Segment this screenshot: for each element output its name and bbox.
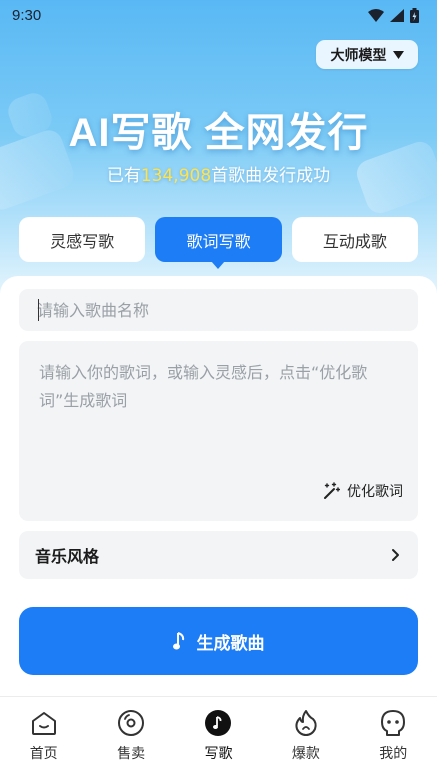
music-style-selector[interactable]: 音乐风格 <box>19 531 418 579</box>
tab-interactive[interactable]: 互动成歌 <box>291 217 418 262</box>
signal-icon <box>390 8 404 22</box>
music-note-icon <box>204 709 232 737</box>
nav-item-write[interactable]: 写歌 <box>183 709 253 763</box>
model-label: 大师模型 <box>330 47 387 64</box>
lyrics-placeholder: 请输入你的歌词，或输入灵感后，点击“优化歌词”生成歌词 <box>39 363 368 410</box>
release-count: 134,908 <box>140 166 212 186</box>
bottom-navigation: 首页 售卖 写歌 爆款 我的 <box>0 696 437 777</box>
optimize-lyrics-button[interactable]: 优化歌词 <box>322 481 403 501</box>
nav-label: 写歌 <box>204 746 233 762</box>
chevron-right-icon <box>392 549 399 561</box>
nav-label: 首页 <box>29 746 58 762</box>
nav-item-profile[interactable]: 我的 <box>358 709 428 763</box>
mode-tabs: 灵感写歌 歌词写歌 互动成歌 <box>19 217 418 269</box>
optimize-lyrics-label: 优化歌词 <box>347 484 403 500</box>
status-icons <box>368 7 419 23</box>
lyrics-textarea[interactable]: 请输入你的歌词，或输入灵感后，点击“优化歌词”生成歌词 优化歌词 <box>19 341 418 521</box>
status-time: 9:30 <box>12 6 42 24</box>
generate-song-label: 生成歌曲 <box>196 633 265 654</box>
status-bar: 9:30 <box>0 0 437 30</box>
hero-title: AI写歌 全网发行 <box>68 111 369 155</box>
flame-icon <box>292 709 320 737</box>
nav-label: 我的 <box>379 746 408 762</box>
nav-label: 爆款 <box>291 746 320 762</box>
tab-inspiration[interactable]: 灵感写歌 <box>19 217 146 262</box>
nav-label: 售卖 <box>117 746 146 762</box>
home-icon <box>30 709 58 737</box>
wifi-icon <box>368 8 384 22</box>
profile-icon <box>379 709 407 737</box>
generate-song-button[interactable]: 生成歌曲 <box>19 607 418 675</box>
nav-item-hot[interactable]: 爆款 <box>271 709 341 763</box>
nav-item-sell[interactable]: 售卖 <box>96 709 166 763</box>
song-name-input[interactable] <box>19 289 418 331</box>
hero-subtitle: 已有134,908首歌曲发行成功 <box>0 161 437 186</box>
subtitle-suffix: 首歌曲发行成功 <box>211 166 331 186</box>
music-note-icon <box>172 632 184 650</box>
magic-wand-icon <box>324 482 340 499</box>
triangle-down-icon <box>392 50 404 59</box>
model-selector-button[interactable]: 大师模型 <box>316 40 418 69</box>
battery-icon <box>410 7 419 23</box>
text-caret <box>38 299 39 321</box>
tab-lyrics[interactable]: 歌词写歌 <box>155 217 282 269</box>
music-style-label: 音乐风格 <box>35 547 100 566</box>
disc-icon <box>117 709 145 737</box>
nav-item-home[interactable]: 首页 <box>9 709 79 763</box>
subtitle-prefix: 已有 <box>106 166 141 186</box>
